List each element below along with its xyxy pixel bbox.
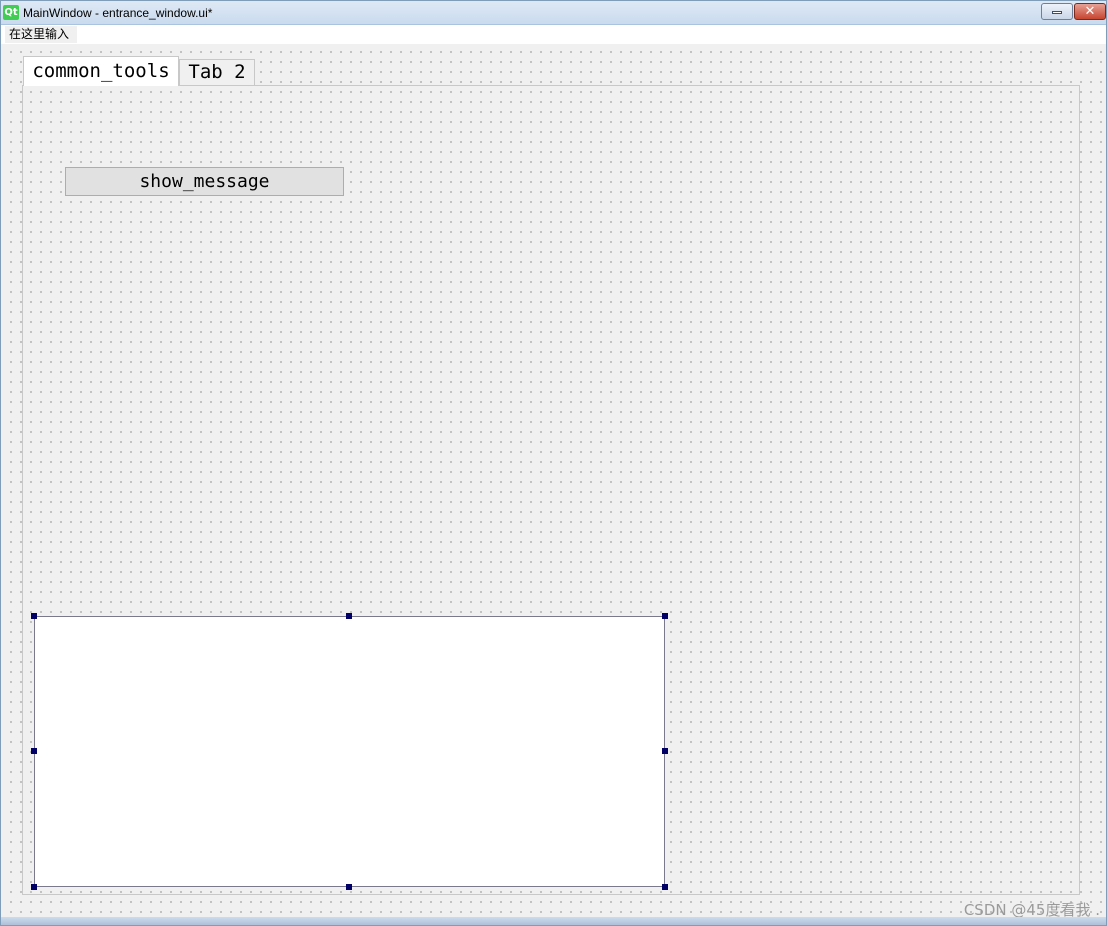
resize-handle-bottom-right[interactable]	[662, 884, 668, 890]
tab-common-tools[interactable]: common_tools	[23, 56, 179, 86]
designer-main-window: Qt MainWindow - entrance_window.ui* ✕ 在这…	[0, 0, 1107, 926]
resize-handle-bottom[interactable]	[346, 884, 352, 890]
minimize-button[interactable]	[1041, 3, 1073, 20]
minimize-icon	[1052, 11, 1062, 14]
resize-handle-top[interactable]	[346, 613, 352, 619]
tab-tab-2[interactable]: Tab 2	[179, 59, 255, 85]
resize-handle-right[interactable]	[662, 748, 668, 754]
menu-bar: 在这里输入	[1, 25, 1106, 44]
close-icon: ✕	[1084, 4, 1096, 19]
resize-handle-top-right[interactable]	[662, 613, 668, 619]
show-message-button[interactable]: show_message	[65, 167, 344, 196]
selected-widget[interactable]	[34, 616, 665, 887]
title-bar[interactable]: Qt MainWindow - entrance_window.ui* ✕	[1, 1, 1106, 25]
qt-logo-icon: Qt	[3, 5, 19, 20]
resize-handle-left[interactable]	[31, 748, 37, 754]
window-bottom-border	[1, 917, 1106, 925]
menu-placeholder-item[interactable]: 在这里输入	[5, 26, 78, 43]
resize-handle-bottom-left[interactable]	[31, 884, 37, 890]
window-title: MainWindow - entrance_window.ui*	[23, 6, 213, 20]
resize-handle-top-left[interactable]	[31, 613, 37, 619]
close-button[interactable]: ✕	[1074, 3, 1106, 20]
